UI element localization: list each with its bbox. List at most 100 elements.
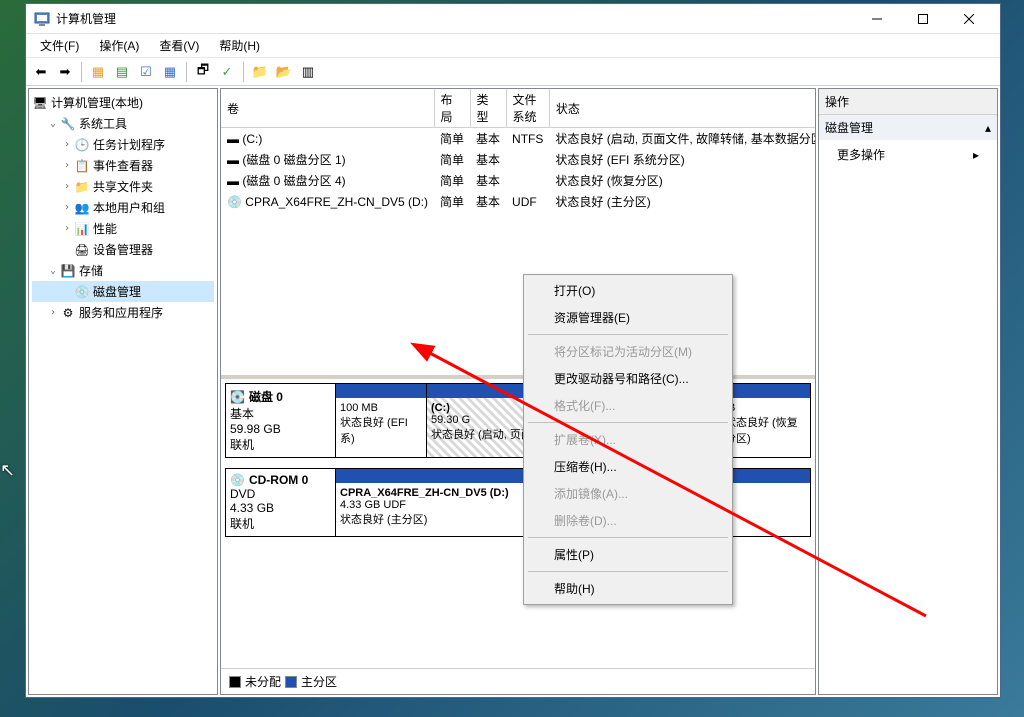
computer-icon: 🖥: [32, 95, 48, 111]
toolbar-icon[interactable]: 📁: [249, 61, 271, 83]
ctx-addmirror: 添加镜像(A)...: [526, 480, 730, 507]
nav-tree[interactable]: 🖥计算机管理(本地) ⌄🔧系统工具 ›🕒任务计划程序 ›📋事件查看器 ›📁共享文…: [28, 88, 218, 695]
back-button[interactable]: ⬅: [30, 61, 52, 83]
minimize-button[interactable]: [854, 4, 900, 33]
ctx-shrink[interactable]: 压缩卷(H)...: [526, 453, 730, 480]
toolbar-icon[interactable]: ▦: [159, 61, 181, 83]
ctx-open[interactable]: 打开(O): [526, 277, 730, 304]
tree-root[interactable]: 🖥计算机管理(本地): [32, 92, 214, 113]
separator: [528, 334, 728, 335]
volume-row[interactable]: ▬ (磁盘 0 磁盘分区 4)简单基本状态良好 (恢复分区): [221, 170, 815, 191]
actions-more[interactable]: 更多操作▸: [819, 140, 997, 169]
tree-storage[interactable]: ⌄💾存储: [32, 260, 214, 281]
ctx-changeletter[interactable]: 更改驱动器号和路径(C)...: [526, 365, 730, 392]
separator: [528, 537, 728, 538]
tree-shared[interactable]: ›📁共享文件夹: [32, 176, 214, 197]
tree-label: 任务计划程序: [93, 136, 165, 153]
ctx-explorer[interactable]: 资源管理器(E): [526, 304, 730, 331]
disk-label[interactable]: 💿CD-ROM 0 DVD 4.33 GB 联机: [226, 469, 336, 536]
separator: [528, 571, 728, 572]
menu-action[interactable]: 操作(A): [89, 35, 149, 56]
actions-section-diskmgmt[interactable]: 磁盘管理 ▴: [819, 115, 997, 140]
toolbar-icon[interactable]: ☑: [135, 61, 157, 83]
tree-devmgr[interactable]: 🖨设备管理器: [32, 239, 214, 260]
col-status[interactable]: 状态: [549, 89, 815, 128]
separator: [81, 62, 82, 82]
actions-section-label: 磁盘管理: [825, 119, 873, 136]
col-volume[interactable]: 卷: [221, 89, 434, 128]
volume-row[interactable]: 💿 CPRA_X64FRE_ZH-CN_DV5 (D:)简单基本UDF状态良好 …: [221, 191, 815, 212]
tree-services[interactable]: ›⚙服务和应用程序: [32, 302, 214, 323]
swatch-unalloc: [229, 676, 241, 688]
ctx-help[interactable]: 帮助(H): [526, 575, 730, 602]
titlebar: 计算机管理: [26, 4, 1000, 34]
context-menu: 打开(O) 资源管理器(E) 将分区标记为活动分区(M) 更改驱动器号和路径(C…: [523, 274, 733, 605]
ctx-properties[interactable]: 属性(P): [526, 541, 730, 568]
volume-icon: ▬: [227, 174, 239, 188]
tree-label: 性能: [93, 220, 117, 237]
col-type[interactable]: 类型: [470, 89, 506, 128]
tree-label: 磁盘管理: [93, 283, 141, 300]
volume-row[interactable]: ▬ (磁盘 0 磁盘分区 1)简单基本状态良好 (EFI 系统分区): [221, 149, 815, 170]
toolbar-icon[interactable]: 🗗: [192, 61, 214, 83]
ctx-extend: 扩展卷(X)...: [526, 426, 730, 453]
window-controls: [854, 4, 992, 33]
tree-diskmgmt[interactable]: 💿磁盘管理: [32, 281, 214, 302]
disk-kind: DVD: [230, 487, 331, 501]
chevron-up-icon: ▴: [985, 121, 991, 135]
expand-icon[interactable]: ›: [46, 307, 60, 318]
collapse-icon[interactable]: ⌄: [46, 265, 60, 276]
disk-state: 联机: [230, 436, 331, 453]
forward-button[interactable]: ➡: [54, 61, 76, 83]
col-fs[interactable]: 文件系统: [506, 89, 549, 128]
toolbar-icon[interactable]: ▤: [111, 61, 133, 83]
storage-icon: 💾: [60, 263, 76, 279]
tree-eventviewer[interactable]: ›📋事件查看器: [32, 155, 214, 176]
app-icon: [34, 11, 50, 27]
volume-icon: 💿: [227, 195, 242, 209]
actions-header: 操作: [819, 89, 997, 115]
partition-status: 状态良好 (恢复分区): [725, 414, 806, 446]
tree-perf[interactable]: ›📊性能: [32, 218, 214, 239]
col-layout[interactable]: 布局: [434, 89, 470, 128]
menu-view[interactable]: 查看(V): [149, 35, 209, 56]
toolbar-icon[interactable]: ▥: [297, 61, 319, 83]
expand-icon[interactable]: ›: [60, 160, 74, 171]
tree-scheduler[interactable]: ›🕒任务计划程序: [32, 134, 214, 155]
close-button[interactable]: [946, 4, 992, 33]
tree-label: 本地用户和组: [93, 199, 165, 216]
disk-state: 联机: [230, 515, 331, 532]
partition-recovery[interactable]: IB 状态良好 (恢复分区): [720, 384, 810, 457]
disk-label[interactable]: 💽磁盘 0 基本 59.98 GB 联机: [226, 384, 336, 457]
menu-file[interactable]: 文件(F): [30, 35, 89, 56]
ctx-delete: 删除卷(D)...: [526, 507, 730, 534]
volume-row[interactable]: ▬ (C:)简单基本NTFS状态良好 (启动, 页面文件, 故障转储, 基本数据…: [221, 128, 815, 150]
toolbar-icon[interactable]: ▦: [87, 61, 109, 83]
partition-size: 100 MB: [340, 402, 422, 414]
volume-icon: ▬: [227, 132, 239, 146]
menubar: 文件(F) 操作(A) 查看(V) 帮助(H): [26, 34, 1000, 58]
chevron-right-icon: ▸: [973, 148, 979, 162]
perf-icon: 📊: [74, 221, 90, 237]
toolbar-icon[interactable]: 📂: [273, 61, 295, 83]
expand-icon[interactable]: ›: [60, 202, 74, 213]
menu-help[interactable]: 帮助(H): [209, 35, 270, 56]
tree-systools[interactable]: ⌄🔧系统工具: [32, 113, 214, 134]
expand-icon[interactable]: ›: [60, 181, 74, 192]
tree-label: 共享文件夹: [93, 178, 153, 195]
ctx-markactive: 将分区标记为活动分区(M): [526, 338, 730, 365]
volume-icon: ▬: [227, 153, 239, 167]
expand-icon[interactable]: ›: [60, 139, 74, 150]
cdrom-icon: 💿: [230, 473, 245, 487]
maximize-button[interactable]: [900, 4, 946, 33]
device-icon: 🖨: [74, 242, 90, 258]
legend-primary: 主分区: [301, 673, 337, 690]
tools-icon: 🔧: [60, 116, 76, 132]
toolbar: ⬅ ➡ ▦ ▤ ☑ ▦ 🗗 ✓ 📁 📂 ▥: [26, 58, 1000, 86]
partition-efi[interactable]: 100 MB 状态良好 (EFI 系): [336, 384, 426, 457]
partition-header: [721, 384, 810, 398]
expand-icon[interactable]: ›: [60, 223, 74, 234]
tree-users[interactable]: ›👥本地用户和组: [32, 197, 214, 218]
toolbar-icon[interactable]: ✓: [216, 61, 238, 83]
collapse-icon[interactable]: ⌄: [46, 118, 60, 129]
